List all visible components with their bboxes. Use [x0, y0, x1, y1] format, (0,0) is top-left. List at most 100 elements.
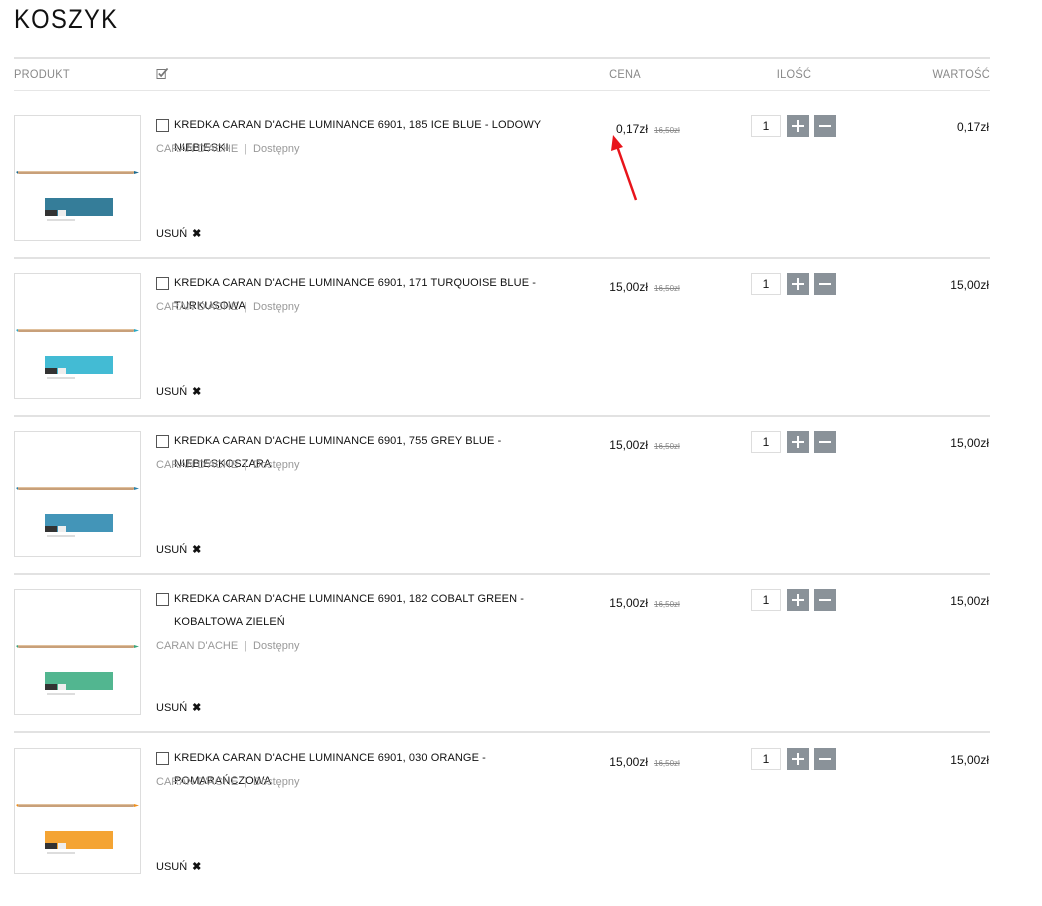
- minus-icon: [819, 441, 831, 443]
- current-price: 15,00zł: [609, 280, 648, 294]
- product-meta: CARAN D'ACHE | Dostępny: [156, 143, 300, 155]
- close-icon: ✖: [192, 386, 202, 398]
- current-price: 15,00zł: [609, 596, 648, 610]
- quantity-increase-button[interactable]: [787, 748, 809, 770]
- quantity-input[interactable]: [751, 115, 781, 137]
- minus-icon: [819, 599, 831, 601]
- quantity-input[interactable]: [751, 431, 781, 453]
- old-price: 16,50zł: [654, 600, 680, 609]
- product-availability: Dostępny: [253, 459, 300, 471]
- price-cell: 15,00zł 16,50zł: [560, 436, 690, 454]
- current-price: 0,17zł: [615, 122, 648, 136]
- product-availability: Dostępny: [253, 143, 300, 155]
- item-select-checkbox[interactable]: [156, 277, 169, 290]
- header-bottom-divider: [14, 90, 990, 91]
- remove-label: USUŃ: [156, 860, 188, 873]
- minus-icon: [819, 283, 831, 285]
- close-icon: ✖: [192, 861, 202, 873]
- remove-item-button[interactable]: USUŃ ✖: [156, 227, 202, 241]
- line-total: 0,17zł: [956, 120, 989, 134]
- line-total: 15,00zł: [950, 753, 989, 767]
- plus-icon: [792, 436, 804, 448]
- price-cell: 15,00zł 16,50zł: [560, 753, 690, 771]
- product-meta: CARAN D'ACHE | Dostępny: [156, 459, 300, 471]
- quantity-increase-button[interactable]: [787, 273, 809, 295]
- current-price: 15,00zł: [609, 438, 648, 452]
- quantity-decrease-button[interactable]: [814, 273, 836, 295]
- price-cell: 15,00zł 16,50zł: [560, 278, 690, 296]
- remove-label: USUŃ: [156, 543, 188, 556]
- cart-row: KREDKA CARAN D'ACHE LUMINANCE 6901, 185 …: [0, 115, 1042, 273]
- plus-icon: [792, 278, 804, 290]
- old-price: 16,50zł: [654, 126, 680, 135]
- quantity-increase-button[interactable]: [787, 431, 809, 453]
- row-divider: [14, 415, 990, 417]
- plus-icon: [792, 594, 804, 606]
- item-select-checkbox[interactable]: [156, 435, 169, 448]
- header-divider: [14, 57, 990, 59]
- select-all-icon[interactable]: [156, 67, 169, 82]
- product-thumbnail[interactable]: [14, 431, 141, 557]
- column-header-price: CENA: [609, 67, 641, 81]
- remove-item-button[interactable]: USUŃ ✖: [156, 701, 202, 715]
- product-brand[interactable]: CARAN D'ACHE: [156, 459, 238, 471]
- cart-row: KREDKA CARAN D'ACHE LUMINANCE 6901, 182 …: [0, 589, 1042, 747]
- remove-label: USUŃ: [156, 701, 188, 714]
- product-brand[interactable]: CARAN D'ACHE: [156, 776, 238, 788]
- remove-item-button[interactable]: USUŃ ✖: [156, 860, 202, 874]
- close-icon: ✖: [192, 544, 202, 556]
- quantity-input[interactable]: [751, 589, 781, 611]
- quantity-increase-button[interactable]: [787, 589, 809, 611]
- remove-label: USUŃ: [156, 385, 188, 398]
- column-header-quantity: ILOŚĆ: [776, 67, 812, 81]
- remove-label: USUŃ: [156, 227, 188, 240]
- product-brand[interactable]: CARAN D'ACHE: [156, 640, 238, 652]
- product-availability: Dostępny: [253, 640, 300, 652]
- product-meta: CARAN D'ACHE | Dostępny: [156, 776, 300, 788]
- column-header-value: WARTOŚĆ: [932, 67, 990, 81]
- item-select-checkbox[interactable]: [156, 119, 169, 132]
- minus-icon: [819, 758, 831, 760]
- current-price: 15,00zł: [609, 755, 648, 769]
- quantity-input[interactable]: [751, 748, 781, 770]
- minus-icon: [819, 125, 831, 127]
- quantity-decrease-button[interactable]: [814, 115, 836, 137]
- remove-item-button[interactable]: USUŃ ✖: [156, 385, 202, 399]
- price-cell: 15,00zł 16,50zł: [560, 594, 690, 612]
- quantity-decrease-button[interactable]: [814, 431, 836, 453]
- close-icon: ✖: [192, 228, 202, 240]
- quantity-decrease-button[interactable]: [814, 589, 836, 611]
- cart-row: KREDKA CARAN D'ACHE LUMINANCE 6901, 755 …: [0, 431, 1042, 589]
- plus-icon: [792, 120, 804, 132]
- product-meta: CARAN D'ACHE | Dostępny: [156, 301, 300, 313]
- product-thumbnail[interactable]: [14, 115, 141, 241]
- quantity-increase-button[interactable]: [787, 115, 809, 137]
- row-divider: [14, 573, 990, 575]
- cart-row: KREDKA CARAN D'ACHE LUMINANCE 6901, 030 …: [0, 748, 1042, 906]
- product-thumbnail[interactable]: [14, 273, 141, 399]
- remove-item-button[interactable]: USUŃ ✖: [156, 543, 202, 557]
- row-divider: [14, 257, 990, 259]
- line-total: 15,00zł: [950, 594, 989, 608]
- close-icon: ✖: [192, 702, 202, 714]
- line-total: 15,00zł: [950, 436, 989, 450]
- product-availability: Dostępny: [253, 301, 300, 313]
- plus-icon: [792, 753, 804, 765]
- cart-row: KREDKA CARAN D'ACHE LUMINANCE 6901, 171 …: [0, 273, 1042, 431]
- price-cell: 0,17zł 16,50zł: [560, 120, 690, 138]
- quantity-decrease-button[interactable]: [814, 748, 836, 770]
- column-header-product: PRODUKT: [14, 67, 70, 81]
- quantity-input[interactable]: [751, 273, 781, 295]
- item-select-checkbox[interactable]: [156, 593, 169, 606]
- product-meta: CARAN D'ACHE | Dostępny: [156, 640, 300, 652]
- page-title: KOSZYK: [14, 4, 119, 34]
- product-brand[interactable]: CARAN D'ACHE: [156, 301, 238, 313]
- old-price: 16,50zł: [654, 284, 680, 293]
- old-price: 16,50zł: [654, 759, 680, 768]
- product-name[interactable]: KREDKA CARAN D'ACHE LUMINANCE 6901, 182 …: [174, 588, 554, 634]
- item-select-checkbox[interactable]: [156, 752, 169, 765]
- product-thumbnail[interactable]: [14, 589, 141, 715]
- old-price: 16,50zł: [654, 442, 680, 451]
- product-brand[interactable]: CARAN D'ACHE: [156, 143, 238, 155]
- product-thumbnail[interactable]: [14, 748, 141, 874]
